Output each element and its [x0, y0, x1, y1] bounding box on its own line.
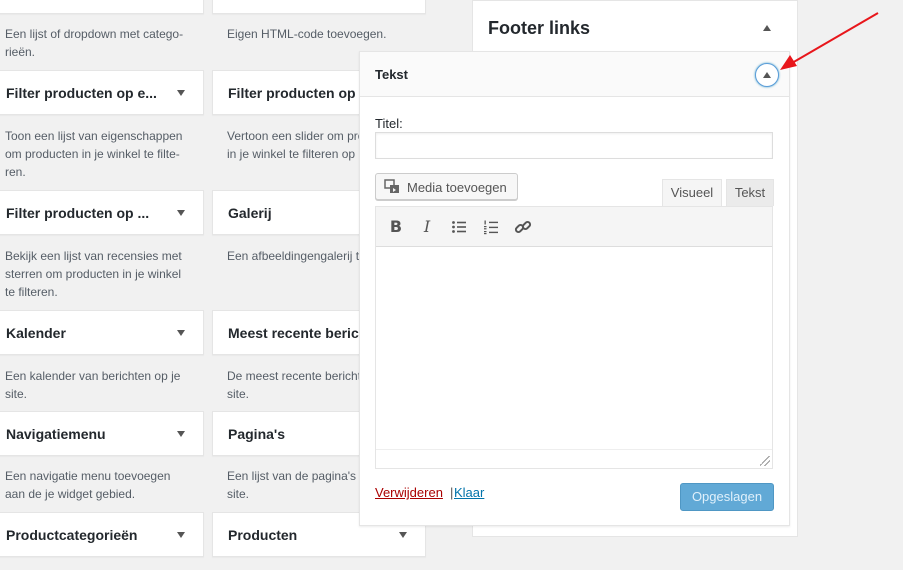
widget-description: Een kalender van berichten op je site. — [5, 369, 181, 401]
italic-button[interactable]: I — [415, 215, 439, 239]
widget-description: Eigen HTML-code toevoegen. — [227, 27, 387, 41]
bold-button[interactable]: B — [384, 215, 408, 239]
widget-item[interactable]: Filter producten op ... — [0, 190, 204, 235]
widget-title: Navigatiemenu — [6, 426, 106, 442]
widget-description: Een navigatie menu toevoegen aan de je wi… — [5, 469, 171, 501]
editor-content-area[interactable] — [376, 248, 772, 448]
widget-title: Kalender — [6, 325, 66, 341]
widget-title: Filter producten op ... — [6, 205, 150, 221]
tab-visual[interactable]: Visueel — [662, 179, 722, 206]
resize-handle-icon[interactable] — [760, 456, 770, 466]
widget-area-title[interactable]: Footer links — [488, 18, 590, 39]
link-separator: | — [450, 485, 454, 500]
widget-item[interactable]: Filter producten op e... — [0, 70, 204, 115]
saved-button[interactable]: Opgeslagen — [680, 483, 774, 511]
chevron-down-icon[interactable] — [177, 90, 185, 96]
widget-description: Bekijk een lijst van recensies met sterre… — [5, 249, 182, 299]
text-widget-title: Tekst — [375, 67, 408, 82]
rich-text-editor: B I — [375, 206, 773, 469]
widget-item[interactable]: Productcategorieën — [0, 512, 204, 557]
chevron-down-icon[interactable] — [177, 330, 185, 336]
done-link[interactable]: Klaar — [454, 485, 484, 500]
add-media-label: Media toevoegen — [407, 180, 507, 195]
title-field-label: Titel: — [375, 116, 403, 131]
text-widget-header[interactable]: Tekst — [360, 52, 789, 97]
editor-toolbar: B I — [376, 207, 772, 247]
widget-description: Toon een lijst van eigenschappen om produ… — [5, 129, 183, 179]
numbered-list-icon[interactable] — [479, 215, 503, 239]
widget-description: Een lijst of dropdown met catego-rieën. — [5, 27, 184, 59]
widget-title: Filter producten op e... — [6, 85, 157, 101]
widget-title: Producten — [228, 527, 298, 543]
add-media-button[interactable]: Media toevoegen — [375, 173, 518, 200]
widget-title: Productcategorieën — [6, 527, 138, 543]
chevron-down-icon[interactable] — [399, 532, 407, 538]
chevron-down-icon[interactable] — [177, 532, 185, 538]
widget-item[interactable] — [0, 0, 204, 14]
text-widget-panel: Tekst Titel: Media toevoegen Visueel Tek… — [359, 51, 790, 526]
delete-link[interactable]: Verwijderen — [375, 485, 443, 500]
media-icon — [384, 179, 399, 193]
link-icon[interactable] — [511, 215, 535, 239]
editor-statusbar — [376, 449, 772, 468]
widget-item[interactable] — [212, 0, 426, 14]
widget-item[interactable]: Navigatiemenu — [0, 411, 204, 456]
annotation-arrow-icon — [780, 12, 879, 70]
tab-text[interactable]: Tekst — [726, 179, 774, 206]
bullet-list-icon[interactable] — [447, 215, 471, 239]
title-field[interactable] — [375, 132, 773, 159]
chevron-down-icon[interactable] — [177, 431, 185, 437]
widget-item[interactable]: Kalender — [0, 310, 204, 355]
chevron-down-icon[interactable] — [177, 210, 185, 216]
